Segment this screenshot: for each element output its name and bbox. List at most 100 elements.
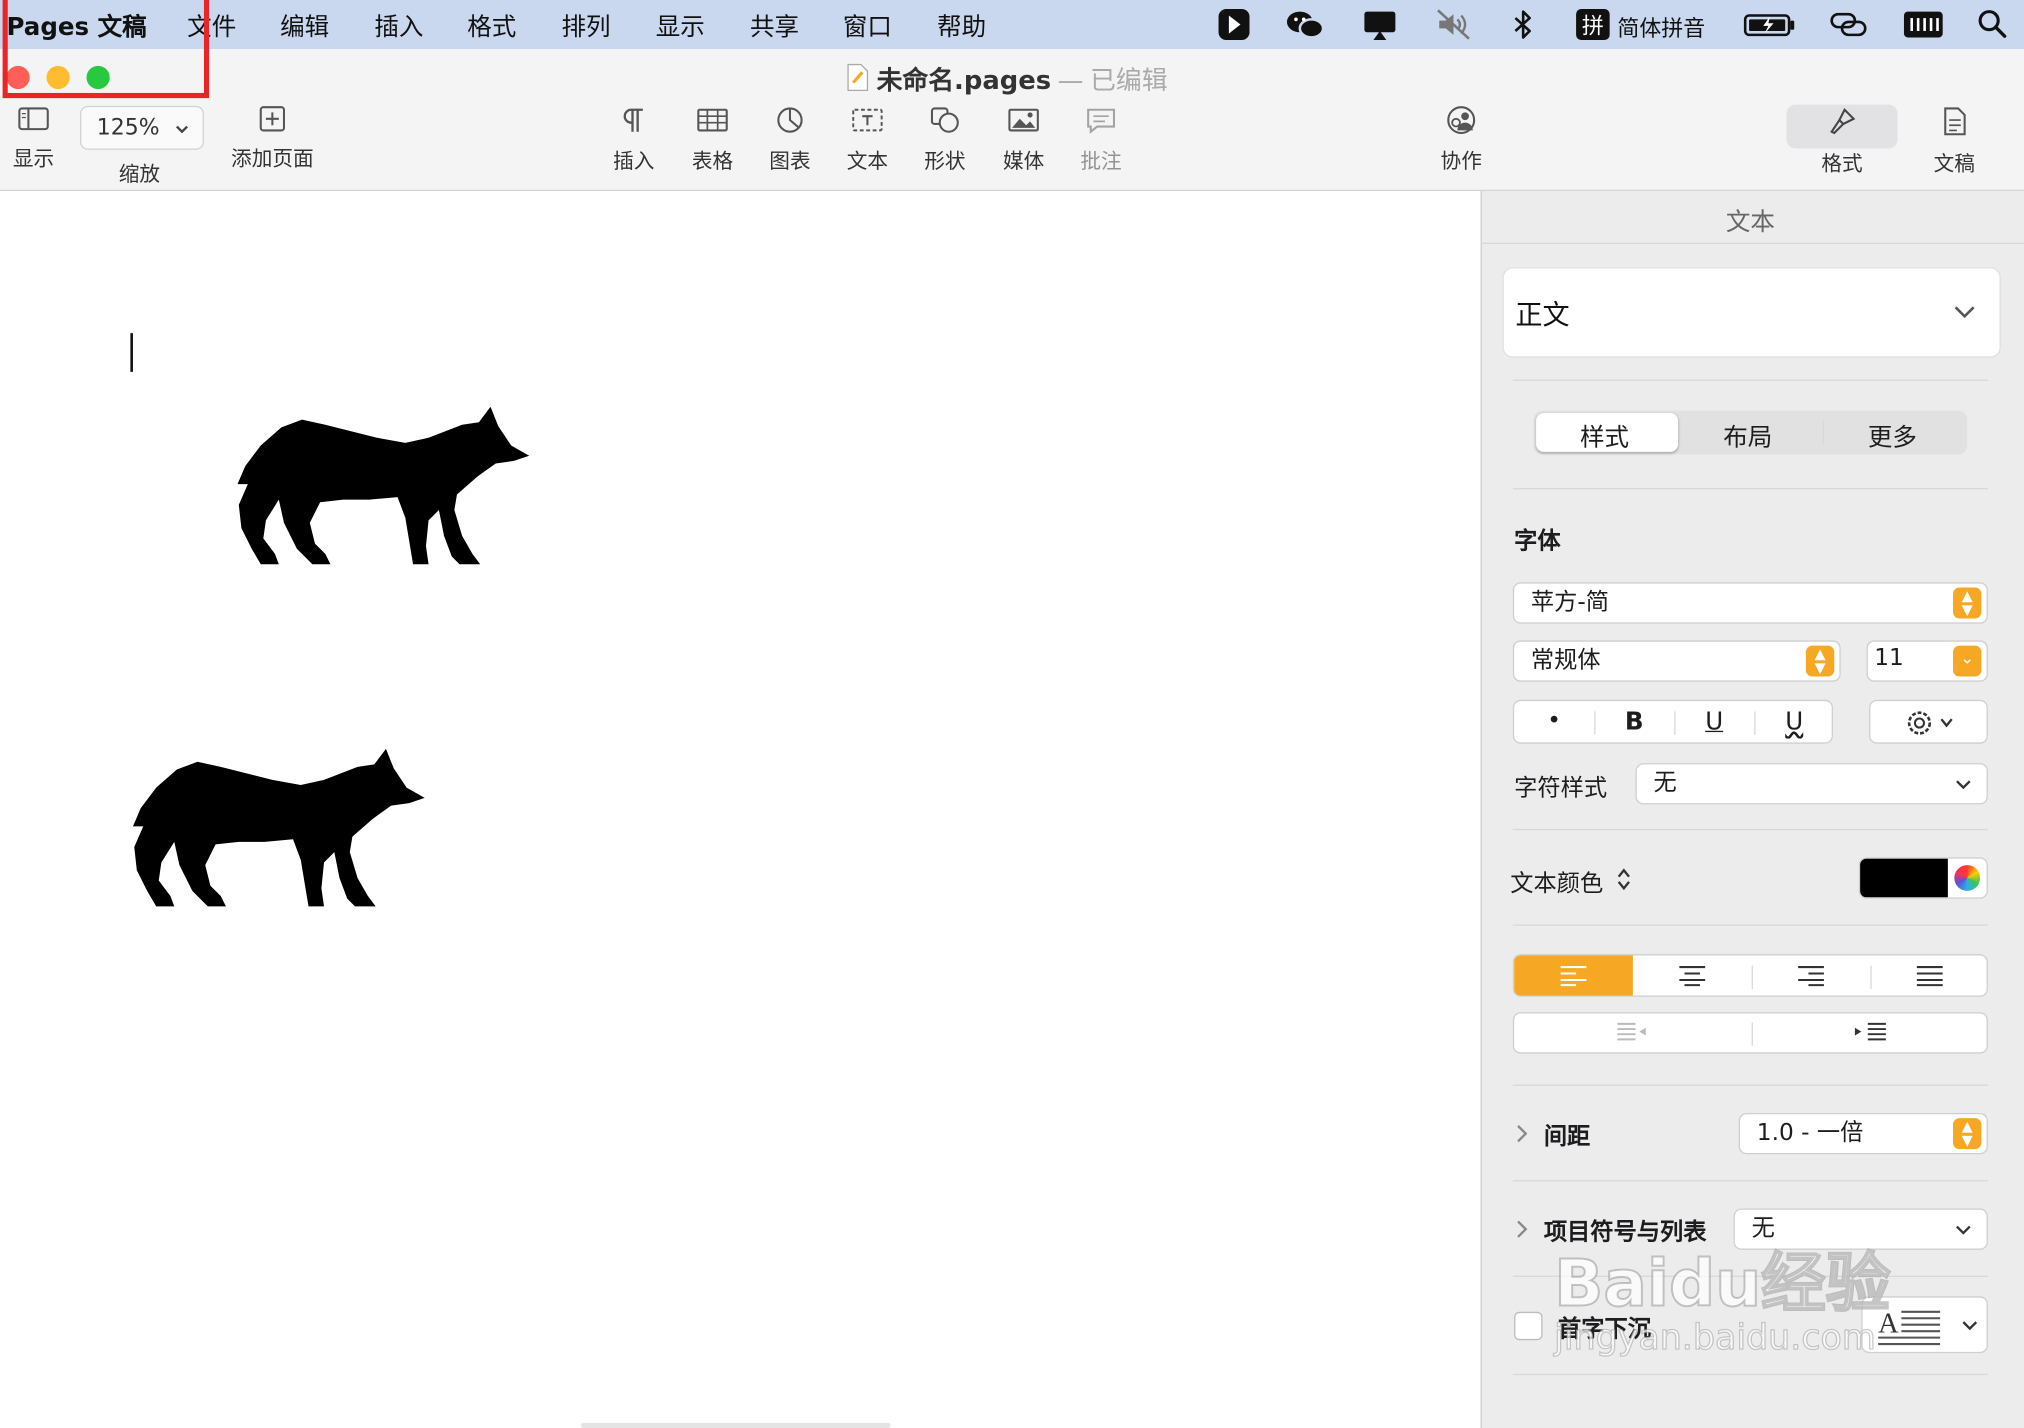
format-inspector-button[interactable]: 格式 (1802, 106, 1882, 177)
display-icon[interactable] (1362, 6, 1398, 42)
font-size-field[interactable]: 11 ⌄ (1866, 640, 1988, 682)
char-style-label: 字符样式 (1514, 774, 1608, 802)
more-styles-button[interactable]: • (1514, 701, 1594, 742)
bold-button[interactable]: B (1594, 701, 1674, 742)
font-family-popup[interactable]: 苹方-简 ▲ ▼ (1512, 582, 1988, 624)
bullets-popup[interactable]: 无 (1733, 1208, 1988, 1250)
align-left-icon (1560, 966, 1587, 987)
alignment-buttons (1512, 954, 1988, 997)
justify-button[interactable] (1870, 955, 1986, 995)
increase-indent-icon (1854, 1022, 1886, 1041)
title-separator: — (1057, 64, 1084, 96)
bluetooth-icon[interactable] (1505, 6, 1541, 42)
menu-window[interactable]: 窗口 (843, 8, 892, 43)
media-icon (1008, 108, 1039, 132)
app-status-icon[interactable] (1216, 6, 1252, 42)
view-button[interactable]: 显示 (0, 106, 67, 172)
menu-share[interactable]: 共享 (750, 8, 799, 43)
dropcap-style-popup[interactable]: A (1861, 1296, 1988, 1354)
media-button[interactable]: 媒体 (991, 106, 1056, 174)
chevron-right-icon[interactable] (1515, 1219, 1528, 1240)
document-icon (1944, 107, 1966, 136)
divider (1512, 828, 1988, 831)
divider (1512, 924, 1988, 926)
char-style-popup[interactable]: 无 (1635, 763, 1988, 805)
up-down-arrows-icon: ▲ ▼ (1805, 645, 1835, 677)
dropcap-checkbox[interactable] (1514, 1311, 1543, 1341)
divider (1512, 1180, 1988, 1182)
wolf-silhouette-image[interactable] (235, 404, 537, 567)
input-method-icon[interactable]: 拼 (1575, 6, 1611, 42)
comment-icon (1087, 108, 1116, 134)
align-right-button[interactable] (1752, 955, 1871, 995)
spotlight-search-icon[interactable] (1975, 6, 2011, 42)
add-page-button[interactable]: 添加页面 (219, 106, 325, 172)
menu-format[interactable]: 格式 (467, 8, 516, 43)
menu-arrange[interactable]: 排列 (562, 8, 611, 43)
comment-button[interactable]: 批注 (1069, 106, 1134, 174)
text-color-label[interactable]: 文本颜色 (1510, 865, 1603, 899)
chart-button[interactable]: 图表 (758, 106, 823, 174)
tab-style[interactable]: 样式 (1536, 413, 1679, 452)
tab-more[interactable]: 更多 (1825, 413, 1964, 452)
document-canvas[interactable] (0, 191, 1481, 1428)
advanced-options-button[interactable] (1869, 699, 1988, 744)
control-center-icon[interactable] (1828, 6, 1869, 42)
tab-layout-label: 布局 (1723, 423, 1773, 452)
text-box-button[interactable]: 文本 (835, 106, 900, 174)
input-method-label[interactable]: 简体拼音 (1617, 10, 1705, 43)
table-button[interactable]: 表格 (680, 106, 745, 174)
bullets-value: 无 (1751, 1214, 1775, 1243)
collaborate-label: 协作 (1440, 148, 1482, 174)
tab-divider (1822, 420, 1824, 445)
shape-button[interactable]: 形状 (913, 106, 978, 174)
tab-more-label: 更多 (1867, 423, 1917, 452)
chevron-down-icon (176, 125, 188, 134)
tab-layout[interactable]: 布局 (1681, 413, 1820, 452)
wechat-icon[interactable] (1284, 6, 1325, 42)
tab-style-label: 样式 (1579, 423, 1630, 452)
divider (1512, 1373, 1988, 1376)
menu-view[interactable]: 显示 (656, 8, 705, 43)
align-center-button[interactable] (1633, 955, 1752, 995)
insert-button[interactable]: 插入 (602, 106, 667, 174)
paragraph-style-popup[interactable]: 正文 (1502, 267, 2001, 358)
menu-edit[interactable]: 编辑 (280, 8, 329, 43)
battery-icon[interactable] (1743, 6, 1797, 42)
document-inspector-button[interactable]: 文稿 (1918, 106, 1990, 177)
decrease-indent-button[interactable] (1514, 1014, 1752, 1053)
chevron-right-icon[interactable] (1515, 1123, 1528, 1144)
chevron-down-icon (1954, 306, 1975, 319)
text-color-well[interactable] (1858, 857, 1988, 899)
increase-indent-button[interactable] (1752, 1014, 1990, 1053)
decrease-indent-icon (1617, 1022, 1646, 1041)
spacing-popup[interactable]: 1.0 - 一倍 ▲ ▼ (1738, 1112, 1988, 1155)
menu-insert[interactable]: 插入 (374, 8, 423, 43)
keyboard-icon[interactable] (1903, 6, 1944, 42)
color-wheel-icon[interactable] (1954, 865, 1981, 891)
menu-bar: Pages 文稿 文件 编辑 插入 格式 排列 显示 共享 窗口 帮助 拼 简体… (0, 0, 2024, 50)
align-center-icon (1679, 966, 1706, 987)
horizontal-scrollbar[interactable] (580, 1422, 891, 1428)
menu-help[interactable]: 帮助 (937, 8, 986, 43)
pages-file-icon (847, 63, 869, 92)
svg-text:A: A (1878, 1308, 1899, 1339)
paragraph-icon (623, 108, 643, 132)
justify-icon (1916, 966, 1943, 987)
zoom-popup[interactable]: 125% (80, 105, 204, 150)
underline-button[interactable]: U (1674, 701, 1754, 742)
add-page-label: 添加页面 (231, 145, 314, 171)
spacing-label[interactable]: 间距 (1544, 1118, 1590, 1152)
bullets-label[interactable]: 项目符号与列表 (1544, 1214, 1707, 1248)
table-icon (697, 108, 728, 132)
paintbrush-icon (1830, 108, 1856, 135)
font-typeface-popup[interactable]: 常规体 ▲ ▼ (1512, 640, 1841, 682)
volume-muted-icon[interactable] (1435, 6, 1471, 42)
collaborate-button[interactable]: 协作 (1426, 106, 1496, 174)
wolf-silhouette-image-2[interactable] (130, 746, 432, 909)
up-down-chevron-icon[interactable] (1615, 866, 1633, 892)
strikethrough-button[interactable]: U (1754, 701, 1834, 742)
edit-state: 已编辑 (1090, 64, 1168, 96)
align-left-button[interactable] (1514, 955, 1633, 996)
text-cursor (130, 333, 133, 372)
